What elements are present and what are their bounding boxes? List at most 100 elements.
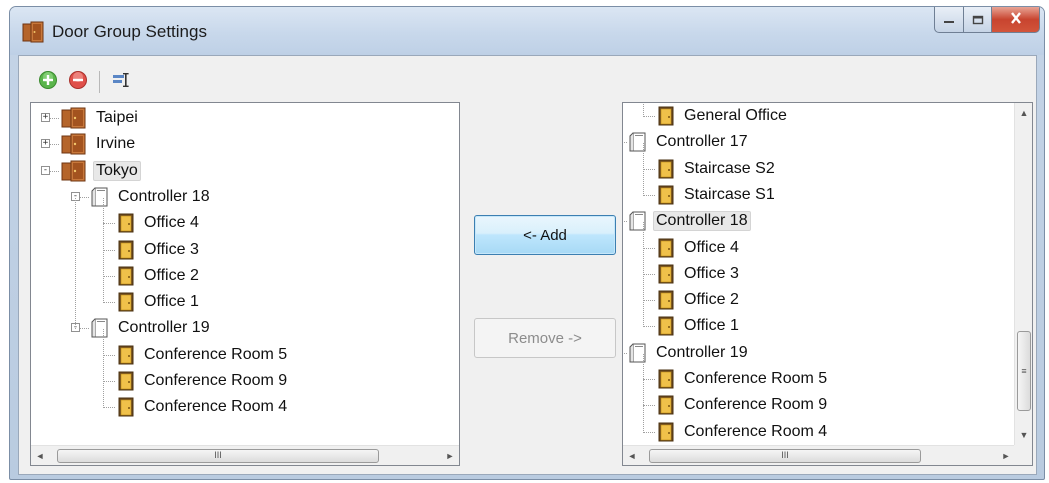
tree-node[interactable]: Office 2 [657,289,742,311]
available-doors-tree[interactable]: + Taipei + Irvine - Tokyo - Controller 18 Office… [30,102,460,466]
dialog-body: + Taipei + Irvine - Tokyo - Controller 18 Office… [18,55,1037,475]
tree-node-label: General Office [684,107,787,124]
scroll-up-arrow-icon[interactable]: ▲ [1015,103,1033,123]
tree-node-label: Office 4 [144,214,199,232]
tree-node[interactable]: Controller 17 [629,131,751,153]
toolbar-separator [99,71,100,93]
tree-connector-line [643,247,655,249]
tree-node[interactable]: Office 4 [117,212,202,234]
remove-group-button[interactable] [67,70,89,93]
group-doors-tree[interactable]: General Office Controller 17 Staircase S2 S… [622,102,1033,466]
expand-node-icon[interactable]: + [41,139,50,149]
tree-connector-line [643,143,644,196]
available-doors-tree-area: + Taipei + Irvine - Tokyo - Controller 18 Office… [31,103,459,445]
tree-node-label: Office 2 [684,291,739,309]
close-button[interactable] [992,7,1040,33]
door-icon [657,395,675,415]
scroll-left-arrow-icon[interactable]: ◄ [31,446,49,466]
add-button[interactable]: <- Add [474,215,616,255]
right-vertical-scrollbar[interactable]: ▲ ≡ ▼ [1014,103,1032,445]
tree-node-label: Conference Room 5 [144,345,288,363]
collapse-node-icon[interactable]: - [41,165,50,175]
tree-node[interactable]: General Office [657,105,790,127]
close-icon [1009,11,1023,28]
tree-node-label: Staircase S1 [684,185,775,203]
right-horizontal-scrollbar[interactable]: ◄ III ► [623,445,1015,465]
door-icon [117,213,135,233]
left-hscroll-thumb[interactable]: III [57,449,379,463]
scroll-down-arrow-icon[interactable]: ▼ [1015,425,1033,445]
minimize-button[interactable] [934,7,964,33]
tree-node-label: Controller 18 [118,187,210,205]
tree-connector-line [643,379,655,380]
tree-connector-line [623,142,627,144]
tree-node-label: Controller 19 [118,319,210,337]
tree-node[interactable]: Controller 19 [629,342,751,364]
tree-connector-line [643,326,655,328]
tree-node-label: Office 2 [144,266,199,284]
door-icon [117,292,135,312]
tree-node[interactable]: Staircase S1 [657,184,778,206]
tree-node-label: Conference Room 4 [144,398,288,416]
door-group-settings-window: Door Group Settings + Taipei + Irvine - … [9,6,1045,480]
tree-node[interactable]: Conference Room 5 [657,368,830,390]
tree-connector-line [643,405,655,407]
tree-node[interactable]: Conference Room 9 [657,394,830,416]
tree-node-label: Staircase S2 [684,159,775,177]
tree-connector-line [103,381,115,382]
door-icon [657,369,675,389]
door-icon [657,185,675,205]
title-bar[interactable]: Door Group Settings [10,7,1044,55]
tree-node[interactable]: Controller 18 [629,210,751,232]
door-group-icon [61,133,87,155]
left-horizontal-scrollbar[interactable]: ◄ III ► [31,445,459,465]
tree-connector-line [103,354,115,356]
tree-connector-line [103,329,104,409]
window-title: Door Group Settings [52,22,207,41]
controller-icon [91,318,109,338]
tree-node-label: Conference Room 9 [144,372,288,389]
tree-node-label: Office 1 [144,293,199,311]
scroll-left-arrow-icon[interactable]: ◄ [623,446,641,466]
expand-node-icon[interactable]: + [41,113,50,122]
tree-node[interactable]: Conference Room 5 [117,344,290,366]
tree-node[interactable]: Office 1 [117,291,202,313]
right-hscroll-thumb[interactable]: III [649,449,921,463]
door-icon [657,238,675,258]
tree-node[interactable]: Taipei [61,107,141,129]
tree-node[interactable]: Controller 19 [91,317,213,339]
scroll-corner [1014,445,1032,465]
scroll-right-arrow-icon[interactable]: ► [441,446,459,466]
door-group-icon [61,107,87,129]
tree-node[interactable]: Conference Room 4 [117,396,290,418]
tree-connector-line [103,249,115,251]
tree-connector-line [103,407,115,409]
tree-node[interactable]: Office 1 [657,315,742,337]
tree-node[interactable]: Office 4 [657,237,742,259]
tree-node[interactable]: Tokyo [61,160,141,182]
door-group-icon [61,160,87,182]
tree-node[interactable]: Office 3 [117,239,202,261]
properties-button[interactable] [110,71,132,93]
tree-node[interactable]: Conference Room 9 [117,370,290,392]
tree-node[interactable]: Office 2 [117,265,202,287]
remove-button[interactable]: Remove -> [474,318,616,358]
tree-node[interactable]: Irvine [61,133,138,155]
door-group-icon [22,21,44,48]
tree-node-label: Office 1 [684,317,739,335]
scroll-right-arrow-icon[interactable]: ► [997,446,1015,466]
tree-connector-line [623,352,627,354]
door-icon [657,159,675,179]
controller-icon [629,211,647,231]
tree-node-label: Conference Room 4 [684,422,828,440]
tree-node[interactable]: Conference Room 4 [657,421,830,443]
tree-node[interactable]: Staircase S2 [657,158,778,180]
right-vscroll-thumb[interactable]: ≡ [1017,331,1031,411]
maximize-button[interactable] [964,7,992,33]
tree-node[interactable]: Controller 18 [91,186,213,208]
add-group-button[interactable] [37,70,59,93]
properties-icon [111,70,131,95]
door-icon [657,264,675,284]
tree-connector-line [103,302,115,304]
tree-node[interactable]: Office 3 [657,263,742,285]
